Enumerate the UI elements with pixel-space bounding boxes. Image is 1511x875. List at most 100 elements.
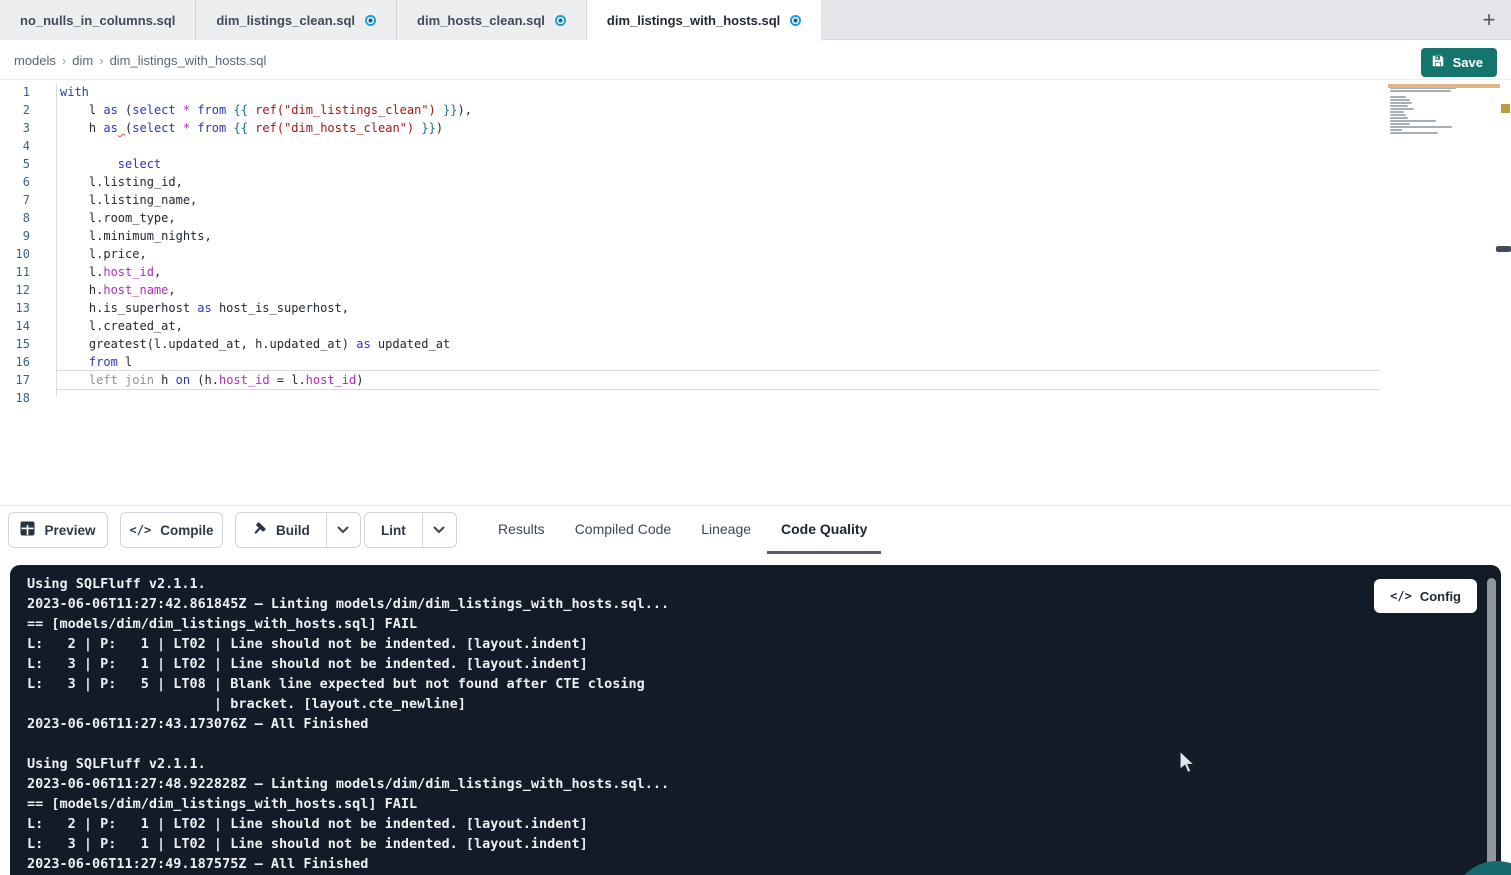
action-toolbar: Preview </> Compile Build <box>0 505 1511 553</box>
compile-label: Compile <box>160 523 213 538</box>
minimap-line <box>1390 105 1408 107</box>
terminal-line: L: 3 | P: 1 | LT02 | Line should not be … <box>27 654 669 674</box>
panel-tab-code-quality[interactable]: Code Quality <box>767 506 881 554</box>
unsaved-changes-icon <box>555 15 566 26</box>
terminal-line: | bracket. [layout.cte_newline] <box>27 694 669 714</box>
minimap-line <box>1390 99 1410 101</box>
terminal-line: Using SQLFluff v2.1.1. <box>27 754 669 774</box>
lint-button[interactable]: Lint <box>365 513 422 547</box>
line-number: 6 <box>0 173 30 191</box>
new-tab-button[interactable]: + <box>1475 6 1503 34</box>
minimap-line <box>1390 96 1406 98</box>
terminal-line: == [models/dim/dim_listings_with_hosts.s… <box>27 794 669 814</box>
code-line[interactable]: l.listing_name, <box>60 191 472 209</box>
minimap-line <box>1390 102 1412 104</box>
code-line[interactable]: l.room_type, <box>60 209 472 227</box>
code-line[interactable]: with <box>60 83 472 101</box>
code-editor[interactable]: 123456789101112131415161718 with l as (s… <box>0 80 1511 505</box>
terminal-scrollbar[interactable] <box>1487 578 1496 870</box>
minimap-line <box>1390 114 1406 116</box>
breadcrumb-segment[interactable]: dim_listings_with_hosts.sql <box>110 53 267 68</box>
line-number: 9 <box>0 227 30 245</box>
preview-label: Preview <box>44 523 95 538</box>
code-line[interactable]: l.listing_id, <box>60 173 472 191</box>
line-number: 1 <box>0 83 30 101</box>
breadcrumb-segment[interactable]: dim <box>72 53 93 68</box>
terminal-line: == [models/dim/dim_listings_with_hosts.s… <box>27 614 669 634</box>
terminal-line: 2023-06-06T11:27:48.922828Z — Linting mo… <box>27 774 669 794</box>
build-split-button: Build <box>235 512 361 548</box>
line-number: 14 <box>0 317 30 335</box>
panel-tab-compiled-code[interactable]: Compiled Code <box>561 506 686 554</box>
line-number: 13 <box>0 299 30 317</box>
code-line[interactable]: l.created_at, <box>60 317 472 335</box>
code-line[interactable]: l.host_id, <box>60 263 472 281</box>
file-tab[interactable]: dim_listings_with_hosts.sql <box>587 0 822 41</box>
minimap-line <box>1390 117 1408 119</box>
file-tab-label: no_nulls_in_columns.sql <box>20 13 175 28</box>
panel-tab-results[interactable]: Results <box>484 506 559 554</box>
file-tab[interactable]: no_nulls_in_columns.sql <box>0 0 196 40</box>
file-tab[interactable]: dim_hosts_clean.sql <box>397 0 587 40</box>
terminal-line: 2023-06-06T11:27:49.187575Z — All Finish… <box>27 854 669 874</box>
preview-button[interactable]: Preview <box>8 512 108 548</box>
code-line[interactable]: h as (select * from {{ ref("dim_hosts_cl… <box>60 119 472 137</box>
line-number-gutter: 123456789101112131415161718 <box>0 83 38 407</box>
overview-ruler-warning-marker <box>1501 104 1510 113</box>
breadcrumb-separator-icon: › <box>62 53 66 68</box>
line-number: 7 <box>0 191 30 209</box>
preview-grid-icon <box>20 521 35 539</box>
code-line[interactable]: select <box>60 155 472 173</box>
code-line[interactable] <box>60 389 472 407</box>
file-tab-label: dim_hosts_clean.sql <box>417 13 545 28</box>
hammer-icon <box>252 521 267 539</box>
line-number: 5 <box>0 155 30 173</box>
build-button[interactable]: Build <box>236 513 326 547</box>
build-dropdown-button[interactable] <box>326 513 360 547</box>
file-tab-label: dim_listings_with_hosts.sql <box>607 13 780 28</box>
terminal-line <box>27 734 669 754</box>
code-line[interactable]: greatest(l.updated_at, h.updated_at) as … <box>60 335 472 353</box>
line-number: 11 <box>0 263 30 281</box>
code-line[interactable]: l as (select * from {{ ref("dim_listings… <box>60 101 472 119</box>
line-number: 4 <box>0 137 30 155</box>
save-button[interactable]: Save <box>1421 48 1497 77</box>
minimap[interactable] <box>1390 84 1462 144</box>
minimap-line <box>1390 123 1410 125</box>
minimap-line <box>1390 90 1451 92</box>
breadcrumb-segment[interactable]: models <box>14 53 56 68</box>
mouse-cursor <box>1178 751 1200 782</box>
code-line[interactable]: l.minimum_nights, <box>60 227 472 245</box>
code-line[interactable]: left join h on (h.host_id = l.host_id) <box>60 371 472 389</box>
code-line[interactable]: h.is_superhost as host_is_superhost, <box>60 299 472 317</box>
code-lines: with l as (select * from {{ ref("dim_lis… <box>60 83 472 407</box>
unsaved-changes-icon <box>365 15 376 26</box>
minimap-line <box>1390 129 1402 131</box>
lint-output-terminal: Using SQLFluff v2.1.1.2023-06-06T11:27:4… <box>10 565 1501 875</box>
line-number: 10 <box>0 245 30 263</box>
dbt-ide-window: no_nulls_in_columns.sql dim_listings_clea… <box>0 0 1511 875</box>
chevron-down-icon <box>337 526 349 534</box>
code-line[interactable]: l.price, <box>60 245 472 263</box>
code-line[interactable] <box>60 137 472 155</box>
terminal-line: L: 3 | P: 5 | LT08 | Blank line expected… <box>27 674 669 694</box>
overview-ruler-scroll-marker[interactable] <box>1496 246 1511 252</box>
config-button[interactable]: </> Config <box>1374 579 1477 613</box>
code-line[interactable]: from l <box>60 353 472 371</box>
compile-button[interactable]: </> Compile <box>120 512 223 548</box>
panel-tab-lineage[interactable]: Lineage <box>687 506 765 554</box>
file-tab-label: dim_listings_clean.sql <box>216 13 355 28</box>
minimap-line <box>1390 111 1404 113</box>
lint-dropdown-button[interactable] <box>422 513 456 547</box>
save-icon <box>1431 54 1445 71</box>
line-number: 15 <box>0 335 30 353</box>
line-number: 8 <box>0 209 30 227</box>
code-line[interactable]: h.host_name, <box>60 281 472 299</box>
chevron-down-icon <box>433 526 445 534</box>
lint-label: Lint <box>381 523 406 538</box>
result-panel-tabs: ResultsCompiled CodeLineageCode Quality <box>484 506 881 554</box>
config-label: Config <box>1420 589 1461 604</box>
unsaved-changes-icon <box>790 15 801 26</box>
minimap-line <box>1390 132 1438 134</box>
file-tab[interactable]: dim_listings_clean.sql <box>196 0 397 40</box>
